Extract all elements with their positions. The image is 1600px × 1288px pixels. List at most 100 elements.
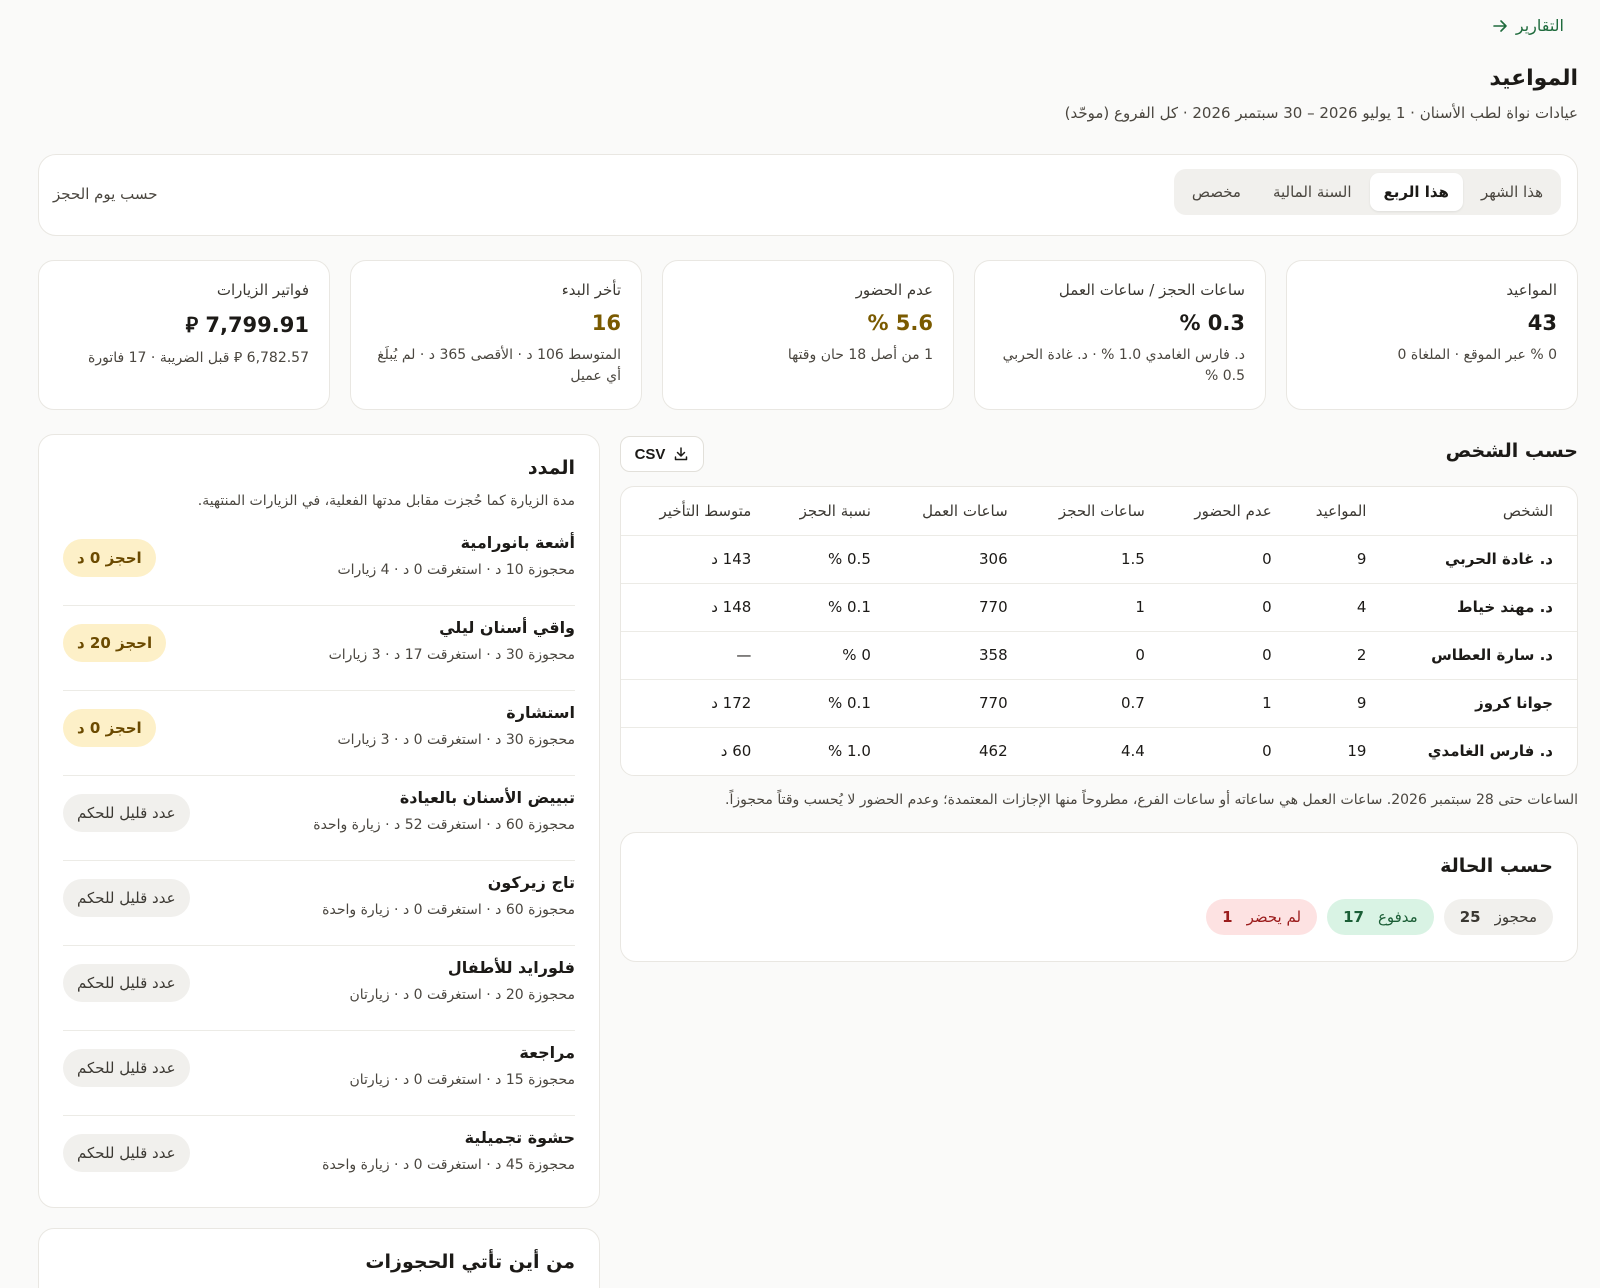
table-header-row: الشخص المواعيد عدم الحضور ساعات الحجز سا…	[621, 487, 1577, 536]
csv-export-button[interactable]: CSV	[620, 436, 704, 472]
status-count: 25	[1459, 908, 1481, 926]
list-item: استشارة محجوزة 30 د · استغرقت 0 د · 3 زي…	[63, 691, 575, 776]
period-filter-bar: هذا الشهر هذا الربع السنة المالية مخصص ح…	[38, 154, 1578, 236]
column-avg-delay[interactable]: متوسط التأخير	[621, 487, 766, 536]
period-this-month[interactable]: هذا الشهر	[1467, 173, 1557, 211]
cell-booking-ratio: 0.5 %	[765, 535, 885, 584]
status-count: 17	[1343, 908, 1364, 926]
column-appointments[interactable]: المواعيد	[1285, 487, 1381, 536]
kpi-note: 6,782.57 ⃁ قبل الضريبة · 17 فاتورة	[88, 350, 309, 366]
kpi-label: المواعيد	[1506, 281, 1557, 299]
cell-avg-delay: 148 د	[621, 583, 766, 632]
table-row: د. غادة الحربي 9 0 1.5 306 0.5 % 143 د	[621, 535, 1577, 584]
status-count: 1	[1222, 908, 1233, 926]
list-item: تبييض الأسنان بالعيادة محجوزة 60 د · است…	[63, 776, 575, 861]
back-label: التقارير	[1515, 16, 1564, 35]
cell-booking-ratio: 0.1 %	[765, 679, 885, 728]
kpi-no-show: عدم الحضور 5.6 % 1 من أصل 18 حان وقتها	[662, 260, 954, 410]
column-working-hours[interactable]: ساعات العمل	[884, 487, 1022, 536]
cell-person: د. غادة الحربي	[1380, 535, 1577, 584]
csv-label: CSV	[634, 445, 666, 463]
kpi-late-start: تأخر البدء 16 المتوسط 106 د · الأقصى 365…	[350, 260, 642, 410]
period-segmented-control: هذا الشهر هذا الربع السنة المالية مخصص	[1173, 169, 1561, 215]
durations-description: مدة الزيارة كما حُجزت مقابل مدتها الفعلي…	[197, 493, 575, 509]
table-row: د. سارة العطاس 2 0 0 358 0 % —	[621, 631, 1577, 680]
cell-booked-hours: 4.4	[1121, 742, 1145, 761]
kpi-note: 1 من أصل 18 حان وقتها	[787, 347, 933, 363]
duration-badge: عدد قليل للحكم	[63, 964, 190, 1002]
period-custom[interactable]: مخصص	[1178, 173, 1255, 211]
kpi-label: تأخر البدء	[561, 281, 621, 299]
duration-badge: احجز 0 د	[63, 539, 156, 577]
table-row: د. مهند خياط 4 0 1 770 0.1 % 148 د	[621, 583, 1577, 632]
cell-appointments: 9	[1285, 679, 1381, 728]
kpi-label: ساعات الحجز / ساعات العمل	[1058, 281, 1245, 299]
arrow-right-icon	[1493, 19, 1507, 32]
cell-appointments: 2	[1285, 631, 1381, 680]
by-person-table: الشخص المواعيد عدم الحضور ساعات الحجز سا…	[621, 487, 1577, 775]
kpi-value: 7,799.91 ⃁	[185, 313, 309, 337]
cell-working-hours: 770	[884, 679, 1022, 728]
booking-sources-card: من أين تأتي الحجوزات	[38, 1228, 600, 1288]
kpi-booked-hours-ratio: ساعات الحجز / ساعات العمل 0.3 % د. فارس …	[974, 260, 1266, 410]
list-item: حشوة تجميلية محجوزة 45 د · استغرقت 0 د ·…	[63, 1116, 575, 1201]
period-this-quarter[interactable]: هذا الربع	[1369, 173, 1463, 211]
duration-badge: عدد قليل للحكم	[63, 794, 190, 832]
kpi-visit-invoices: فواتير الزيارات 7,799.91 ⃁ 6,782.57 ⃁ قب…	[38, 260, 330, 410]
by-person-table-card: الشخص المواعيد عدم الحضور ساعات الحجز سا…	[620, 486, 1578, 776]
duration-badge: احجز 0 د	[63, 709, 156, 747]
duration-badge: عدد قليل للحكم	[63, 1134, 190, 1172]
cell-working-hours: 306	[884, 535, 1022, 584]
by-status-card: حسب الحالة محجوز 25 مدفوع 17 لم يحضر 1	[620, 832, 1578, 962]
kpi-value: 5.6 %	[867, 311, 933, 335]
cell-booking-ratio: 0 %	[765, 631, 885, 680]
list-item: واقي أسنان ليلي محجوزة 30 د · استغرقت 17…	[63, 606, 575, 691]
kpi-note: 0 % عبر الموقع · الملغاة 0	[1397, 347, 1557, 363]
list-item: مراجعة محجوزة 15 د · استغرقت 0 د · زيارت…	[63, 1031, 575, 1116]
duration-badge: عدد قليل للحكم	[63, 879, 190, 917]
column-booking-ratio[interactable]: نسبة الحجز	[765, 487, 885, 536]
cell-avg-delay: —	[621, 631, 766, 680]
page-subtitle: عيادات نواة لطب الأسنان · 1 يوليو 2026 –…	[1064, 104, 1578, 122]
date-basis-toggle[interactable]: حسب يوم الحجز	[53, 185, 158, 203]
back-to-reports-link[interactable]: التقارير	[1492, 16, 1564, 35]
kpi-label: فواتير الزيارات	[216, 281, 309, 299]
download-icon	[675, 447, 688, 461]
list-item: أشعة بانورامية محجوزة 10 د · استغرقت 0 د…	[63, 521, 575, 606]
column-no-show[interactable]: عدم الحضور	[1158, 487, 1286, 536]
duration-badge: عدد قليل للحكم	[63, 1049, 190, 1087]
booking-sources-title: من أين تأتي الحجوزات	[365, 1251, 575, 1273]
column-booked-hours[interactable]: ساعات الحجز	[1021, 487, 1159, 536]
column-person[interactable]: الشخص	[1380, 487, 1577, 536]
cell-booked-hours: 0	[1021, 631, 1159, 680]
table-row: جوانا كروز 9 1 0.7 770 0.1 % 172 د	[621, 679, 1577, 728]
cell-working-hours: 770	[884, 583, 1022, 632]
cell-person: جوانا كروز	[1380, 679, 1577, 728]
status-pill-booked[interactable]: محجوز 25	[1443, 899, 1553, 935]
cell-booking-ratio: 0.1 %	[765, 583, 885, 632]
kpi-note: د. فارس الغامدي 1.0 % · د. غادة الحربي 0…	[1002, 347, 1245, 384]
status-pill-no-show[interactable]: لم يحضر 1	[1206, 899, 1318, 935]
status-pill-paid[interactable]: مدفوع 17	[1327, 899, 1434, 935]
cell-booked-hours: 1.5	[1021, 535, 1159, 584]
cell-booking-ratio: 1.0 %	[827, 742, 871, 761]
durations-title: المدد	[527, 457, 575, 479]
by-status-title: حسب الحالة	[1440, 855, 1553, 877]
kpi-value: 16	[591, 311, 621, 335]
cell-booked-hours: 0.7	[1021, 679, 1159, 728]
cell-no-show: 0	[1158, 583, 1286, 632]
status-label: مدفوع	[1377, 908, 1418, 926]
cell-avg-delay: 143 د	[621, 535, 766, 584]
kpi-note: المتوسط 106 د · الأقصى 365 د · لم يُبلَغ…	[377, 347, 621, 384]
list-item: فلورايد للأطفال محجوزة 20 د · استغرقت 0 …	[63, 946, 575, 1031]
cell-no-show: 0	[1262, 742, 1272, 761]
cell-no-show: 0	[1158, 631, 1286, 680]
cell-person: د. مهند خياط	[1380, 583, 1577, 632]
status-label: محجوز	[1494, 908, 1537, 926]
period-fiscal-year[interactable]: السنة المالية	[1259, 173, 1366, 211]
cell-booked-hours: 1	[1021, 583, 1159, 632]
cell-working-hours: 462	[979, 742, 1008, 761]
kpi-appointments: المواعيد 43 0 % عبر الموقع · الملغاة 0	[1286, 260, 1578, 410]
cell-avg-delay: 172 د	[621, 679, 766, 728]
cell-appointments: 9	[1285, 535, 1381, 584]
